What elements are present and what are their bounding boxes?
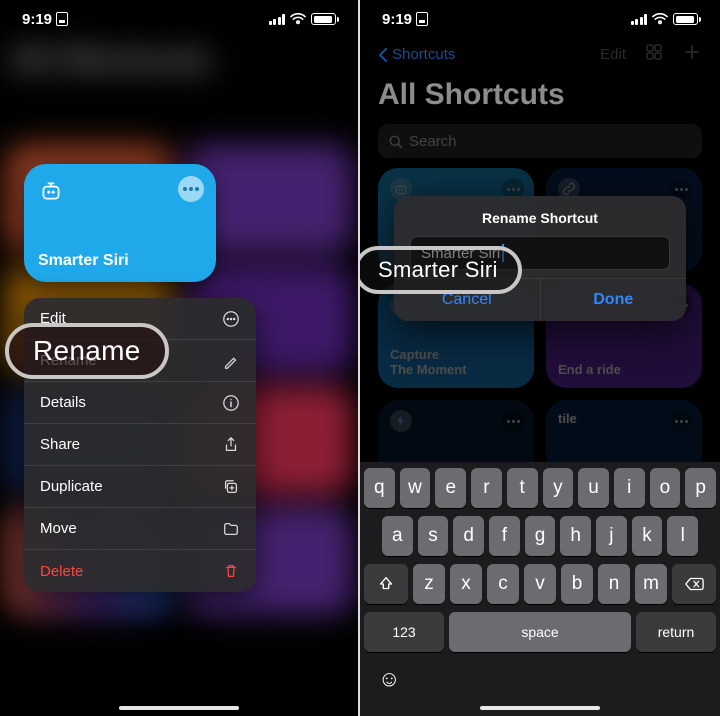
annotation-text: Smarter Siri [378, 257, 498, 283]
home-indicator[interactable] [480, 706, 600, 710]
status-time: 9:19 [382, 11, 412, 28]
shift-icon [377, 575, 395, 593]
key-space[interactable]: space [449, 612, 631, 652]
home-indicator[interactable] [119, 706, 239, 710]
menu-label: Delete [40, 563, 83, 580]
key-l[interactable]: l [667, 516, 698, 556]
key-g[interactable]: g [525, 516, 556, 556]
ellipsis-icon [183, 187, 199, 191]
key-d[interactable]: d [453, 516, 484, 556]
shortcut-card-smarter-siri[interactable]: Smarter Siri [24, 164, 216, 282]
key-n[interactable]: n [598, 564, 630, 604]
pencil-icon [222, 352, 240, 370]
key-k[interactable]: k [632, 516, 663, 556]
share-icon [222, 436, 240, 454]
screenshot-step-2: 9:19 Shortcuts Edit All Shortcuts Search [360, 0, 720, 716]
key-i[interactable]: i [614, 468, 645, 508]
key-q[interactable]: q [364, 468, 395, 508]
status-bar: 9:19 [360, 0, 720, 38]
key-s[interactable]: s [418, 516, 449, 556]
wifi-icon [652, 13, 668, 25]
duplicate-icon [222, 478, 240, 496]
key-r[interactable]: r [471, 468, 502, 508]
menu-item-move[interactable]: Move [24, 508, 256, 550]
key-m[interactable]: m [635, 564, 667, 604]
key-return[interactable]: return [636, 612, 716, 652]
status-bar: 9:19 [0, 0, 358, 38]
annotation-callout-rename: Rename [5, 323, 169, 379]
key-j[interactable]: j [596, 516, 627, 556]
key-y[interactable]: y [543, 468, 574, 508]
id-card-icon [56, 12, 68, 26]
key-o[interactable]: o [650, 468, 681, 508]
annotation-text: Rename [33, 335, 141, 367]
menu-label: Details [40, 394, 86, 411]
key-f[interactable]: f [489, 516, 520, 556]
menu-item-duplicate[interactable]: Duplicate [24, 466, 256, 508]
key-p[interactable]: p [685, 468, 716, 508]
robot-icon [38, 191, 64, 208]
key-123[interactable]: 123 [364, 612, 444, 652]
trash-icon [222, 562, 240, 580]
onscreen-keyboard: q w e r t y u i o p a s d f g h j k l z [360, 462, 720, 716]
status-time: 9:19 [22, 11, 52, 28]
keyboard-row-1: q w e r t y u i o p [364, 468, 716, 508]
menu-label: Duplicate [40, 478, 103, 495]
menu-label: Share [40, 436, 80, 453]
key-c[interactable]: c [487, 564, 519, 604]
key-a[interactable]: a [382, 516, 413, 556]
battery-icon [311, 13, 336, 25]
battery-icon [673, 13, 698, 25]
ellipsis-circle-icon [222, 310, 240, 328]
menu-item-share[interactable]: Share [24, 424, 256, 466]
key-backspace[interactable] [672, 564, 716, 604]
wifi-icon [290, 13, 306, 25]
folder-icon [222, 520, 240, 538]
key-e[interactable]: e [435, 468, 466, 508]
alert-done-button[interactable]: Done [541, 279, 687, 321]
cellular-signal-icon [269, 14, 286, 25]
key-u[interactable]: u [578, 468, 609, 508]
info-icon [222, 394, 240, 412]
backspace-icon [684, 576, 704, 592]
key-z[interactable]: z [413, 564, 445, 604]
menu-item-delete[interactable]: Delete [24, 550, 256, 592]
id-card-icon [416, 12, 428, 26]
key-h[interactable]: h [560, 516, 591, 556]
menu-item-details[interactable]: Details [24, 382, 256, 424]
key-shift[interactable] [364, 564, 408, 604]
shortcut-card-title: Smarter Siri [38, 252, 129, 270]
key-x[interactable]: x [450, 564, 482, 604]
alert-title: Rename Shortcut [394, 210, 686, 226]
keyboard-row-2: a s d f g h j k l [364, 516, 716, 556]
key-v[interactable]: v [524, 564, 556, 604]
key-b[interactable]: b [561, 564, 593, 604]
screenshot-step-1: All Shortcuts 9:19 Smarter Siri Ed [0, 0, 360, 716]
key-t[interactable]: t [507, 468, 538, 508]
keyboard-row-4: 123 space return [364, 612, 716, 652]
shortcut-more-button[interactable] [178, 176, 204, 202]
annotation-callout-field: Smarter Siri [360, 246, 522, 294]
menu-label: Move [40, 520, 77, 537]
key-w[interactable]: w [400, 468, 431, 508]
emoji-key[interactable]: ☺ [378, 666, 404, 692]
cellular-signal-icon [631, 14, 648, 25]
keyboard-row-3: z x c v b n m [364, 564, 716, 604]
